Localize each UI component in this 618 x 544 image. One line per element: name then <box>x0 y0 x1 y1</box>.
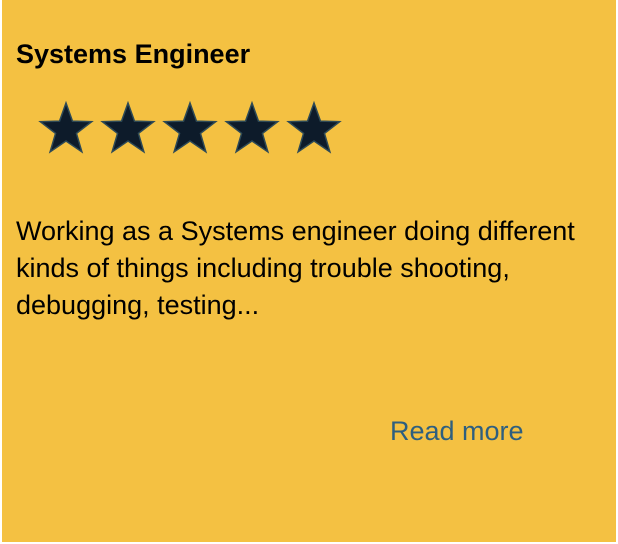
card-title: Systems Engineer <box>16 39 251 69</box>
review-card: Systems Engineer Working as a Systems en… <box>2 0 616 542</box>
star-icon <box>38 100 94 156</box>
star-icon <box>224 100 280 156</box>
star-rating <box>38 100 342 156</box>
star-icon <box>286 100 342 156</box>
star-icon <box>162 100 218 156</box>
card-description: Working as a Systems engineer doing diff… <box>16 216 575 320</box>
read-more-link[interactable]: Read more <box>390 413 524 449</box>
star-icon <box>100 100 156 156</box>
